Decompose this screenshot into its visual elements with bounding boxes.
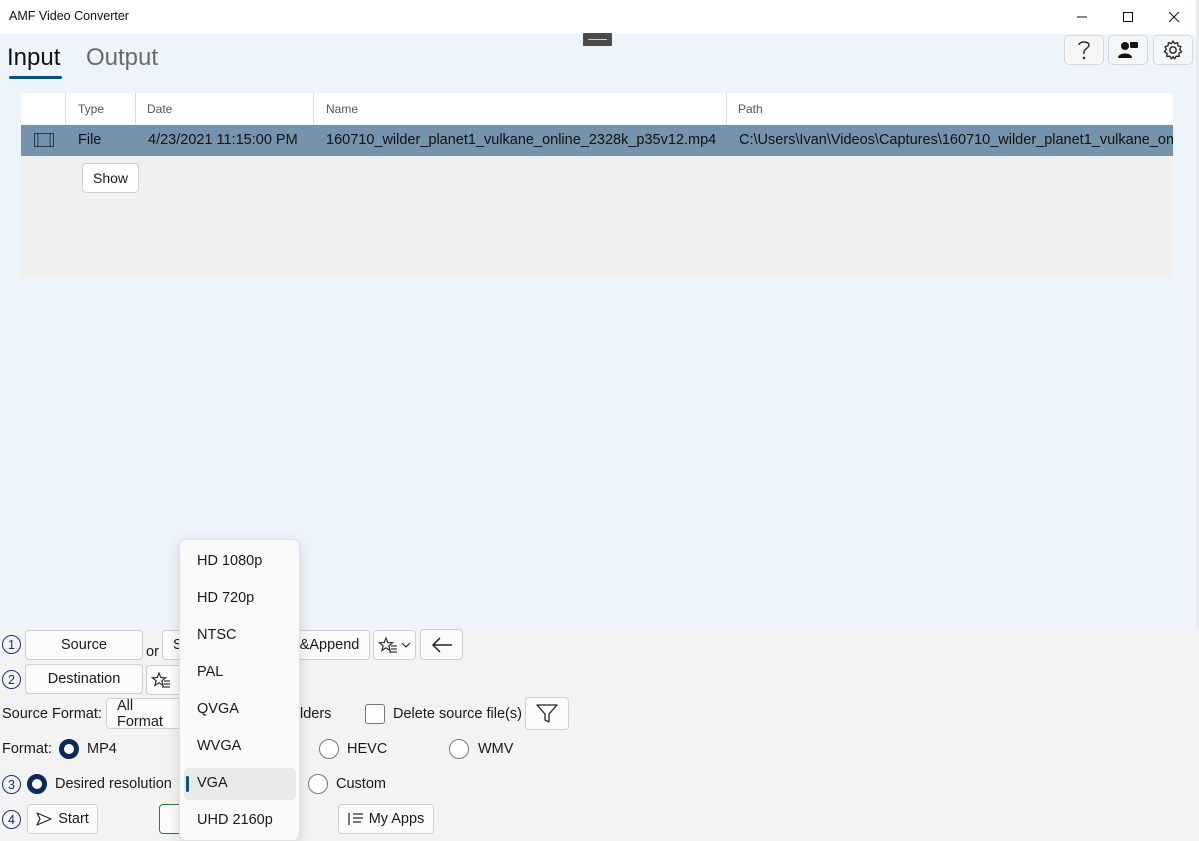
table-row[interactable]: File 4/23/2021 11:15:00 PM 160710_wilder… <box>21 125 1173 156</box>
column-separator[interactable] <box>313 93 314 124</box>
column-separator[interactable] <box>135 93 136 124</box>
favorites-dropdown-button[interactable] <box>373 630 416 660</box>
my-apps-button[interactable]: My Apps <box>338 804 434 834</box>
minimize-button[interactable] <box>1059 0 1105 34</box>
resolution-option-label: UHD 2160p <box>197 812 273 828</box>
step-number: 3 <box>2 775 21 794</box>
column-header-date[interactable]: Date <box>147 102 172 116</box>
format-hevc-radio[interactable] <box>319 739 339 759</box>
resolution-option[interactable]: HD 1080p <box>184 546 296 578</box>
format-wmv-radio[interactable] <box>449 739 469 759</box>
resolution-option-selected[interactable]: VGA <box>184 768 296 800</box>
help-button[interactable] <box>1064 35 1104 65</box>
start-label: Start <box>58 811 89 827</box>
desired-resolution-radio[interactable] <box>27 774 47 794</box>
gear-icon <box>1163 40 1183 60</box>
arrow-left-icon <box>431 636 452 653</box>
column-header-path[interactable]: Path <box>738 102 763 116</box>
close-icon <box>1168 11 1180 23</box>
account-button[interactable] <box>1108 35 1148 65</box>
favorites-list-icon <box>151 671 170 688</box>
resolution-option[interactable]: UHD 2160p <box>184 805 296 837</box>
tab-input[interactable]: Input <box>7 44 60 72</box>
format-label: Format: <box>2 741 52 757</box>
film-icon <box>34 133 54 147</box>
custom-resolution-radio[interactable] <box>308 774 328 794</box>
show-button[interactable]: Show <box>82 163 139 193</box>
cell-date: 4/23/2021 11:15:00 PM <box>148 132 298 148</box>
window-title: AMF Video Converter <box>9 9 129 23</box>
format-hevc-label[interactable]: HEVC <box>347 741 387 757</box>
resolution-option-label: NTSC <box>197 627 237 643</box>
append-button[interactable]: &Append <box>290 630 370 660</box>
resolution-dropdown-list: HD 1080p HD 720p NTSC PAL QVGA WVGA VGA … <box>179 539 300 841</box>
input-files-table: Type Date Name Path File 4/23/2021 11:15… <box>21 93 1173 277</box>
resolution-option-label: HD 1080p <box>197 553 263 569</box>
destination-favorites-button[interactable] <box>146 665 182 695</box>
cell-path: C:\Users\Ivan\Videos\Captures\160710_wil… <box>739 132 1173 148</box>
delete-source-label[interactable]: Delete source file(s) <box>393 706 522 722</box>
source-button[interactable]: Source <box>25 630 143 660</box>
resolution-option-label: QVGA <box>197 701 239 717</box>
column-separator[interactable] <box>726 93 727 124</box>
cell-name: 160710_wilder_planet1_vulkane_online_232… <box>326 132 717 148</box>
column-separator[interactable] <box>65 93 66 124</box>
step-number: 2 <box>2 670 21 689</box>
my-apps-label: My Apps <box>368 811 425 827</box>
tab-output[interactable]: Output <box>86 44 158 72</box>
selection-indicator <box>186 776 189 792</box>
resolution-option-label: VGA <box>197 775 228 791</box>
source-format-label: Source Format: <box>2 706 102 722</box>
delete-source-checkbox[interactable] <box>365 704 385 724</box>
step-number: 4 <box>2 810 21 829</box>
resolution-option-label: HD 720p <box>197 590 255 606</box>
resolution-option-label: PAL <box>197 664 224 680</box>
back-button[interactable] <box>420 629 463 660</box>
favorites-list-icon <box>377 636 410 653</box>
resolution-option[interactable]: PAL <box>184 657 296 689</box>
table-header: Type Date Name Path <box>21 93 1173 124</box>
column-header-name[interactable]: Name <box>326 102 358 116</box>
desired-resolution-label[interactable]: Desired resolution <box>55 776 172 792</box>
format-mp4-label[interactable]: MP4 <box>87 741 117 757</box>
resolution-option-label: WVGA <box>197 738 242 754</box>
cell-type: File <box>78 132 102 148</box>
format-mp4-radio[interactable] <box>59 739 79 759</box>
resolution-option[interactable]: WVGA <box>184 731 296 763</box>
settings-button[interactable] <box>1153 35 1193 65</box>
maximize-icon <box>1123 12 1133 22</box>
include-subfolders-label[interactable]: lders <box>300 706 331 722</box>
close-button[interactable] <box>1151 0 1197 34</box>
active-tab-indicator <box>9 76 62 79</box>
custom-resolution-label[interactable]: Custom <box>336 776 386 792</box>
drag-handle[interactable] <box>583 33 612 46</box>
step-number: 1 <box>2 635 21 654</box>
resolution-option[interactable]: QVGA <box>184 694 296 726</box>
filter-icon <box>536 703 558 723</box>
list-icon <box>348 813 363 825</box>
start-button[interactable]: Start <box>27 804 98 834</box>
title-bar: AMF Video Converter <box>0 0 1199 34</box>
source-format-dropdown[interactable]: All Format <box>106 698 184 730</box>
resolution-option[interactable]: HD 720p <box>184 583 296 615</box>
filter-button[interactable] <box>525 697 569 730</box>
maximize-button[interactable] <box>1105 0 1151 34</box>
column-header-type[interactable]: Type <box>78 102 104 116</box>
person-chat-icon <box>1118 42 1138 58</box>
help-icon <box>1078 41 1090 60</box>
send-icon <box>36 812 52 826</box>
format-wmv-label[interactable]: WMV <box>478 741 513 757</box>
resolution-option[interactable]: NTSC <box>184 620 296 652</box>
destination-button[interactable]: Destination <box>25 664 143 694</box>
minimize-icon <box>1077 16 1087 18</box>
or-label: or <box>146 644 159 660</box>
